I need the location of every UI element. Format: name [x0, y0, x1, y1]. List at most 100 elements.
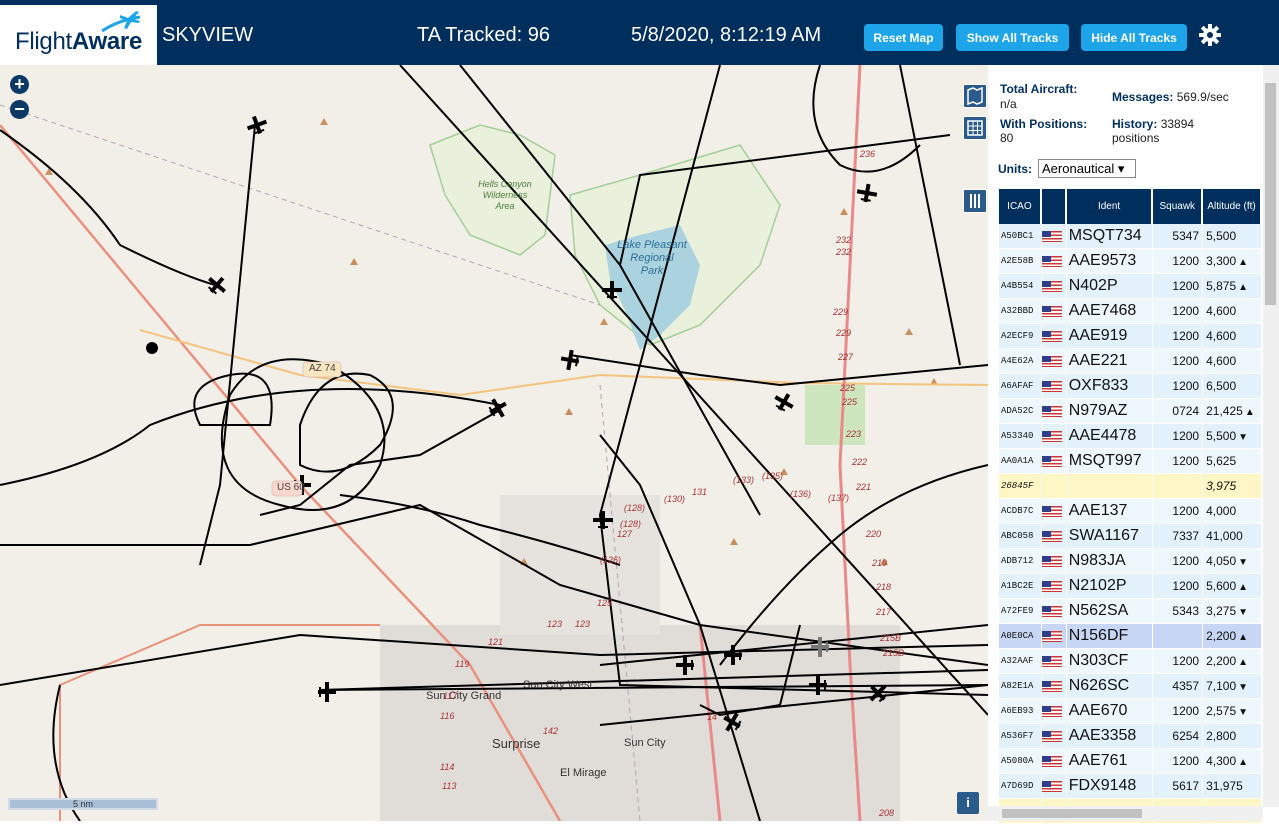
- us-flag-icon: [1041, 531, 1062, 543]
- col-ident[interactable]: Ident: [1066, 189, 1153, 224]
- table-row[interactable]: ACDB7C AAE137 1200 4,000: [999, 499, 1261, 524]
- col-flag[interactable]: [1041, 189, 1066, 224]
- table-row[interactable]: A32BBD AAE7468 1200 4,600: [999, 299, 1261, 324]
- icao-cell: A2ECF9: [999, 324, 1041, 349]
- col-squawk[interactable]: Squawk: [1153, 189, 1203, 224]
- flightaware-logo[interactable]: FlightAware: [0, 5, 157, 65]
- route-number: 221: [856, 482, 872, 492]
- table-row[interactable]: A2E58B AAE9573 1200 3,300 ▲: [999, 249, 1261, 274]
- table-row[interactable]: A1BC2E N2102P 1200 5,600 ▲: [999, 574, 1261, 599]
- reset-map-button[interactable]: Reset Map: [864, 24, 943, 51]
- altitude-value: 3,275: [1206, 604, 1237, 618]
- route-number: (130): [664, 494, 686, 504]
- route-number: (136): [790, 489, 812, 499]
- squawk-cell: 1200: [1153, 574, 1203, 599]
- route-number: 223: [846, 429, 862, 439]
- ident-cell: OXF833: [1066, 374, 1153, 399]
- us-flag-icon: [1041, 431, 1062, 443]
- ident-cell: N983JA: [1066, 549, 1153, 574]
- ident-cell: AAE670: [1066, 699, 1153, 724]
- map-view[interactable]: Hells Canyon Wilderness Area Lake Pleasant…: [0, 65, 988, 821]
- altitude-trend: ▼: [1238, 682, 1249, 693]
- table-row[interactable]: A536F7 AAE3358 6254 2,800: [999, 724, 1261, 749]
- units-select[interactable]: Aeronautical ▾: [1038, 159, 1136, 178]
- route-number: 232: [836, 247, 852, 257]
- hells-canyon-label: Hells Canyon Wilderness Area: [478, 179, 532, 211]
- squawk-cell: 5347: [1153, 224, 1203, 249]
- icao-cell: A53340: [999, 424, 1041, 449]
- route-number: 125: [597, 598, 613, 608]
- route-number: 142: [543, 726, 559, 736]
- vertical-scroll-thumb[interactable]: [1265, 83, 1276, 305]
- table-row[interactable]: 26845F 3,975: [999, 474, 1261, 499]
- table-row[interactable]: A7D69D FDX9148 5617 31,975: [999, 774, 1261, 799]
- altitude-cell: 2,575 ▼: [1203, 699, 1261, 724]
- us-flag-icon: [1041, 231, 1062, 243]
- table-row[interactable]: A4E62A AAE221 1200 4,600: [999, 349, 1261, 374]
- show-all-tracks-button[interactable]: Show All Tracks: [956, 24, 1069, 51]
- altitude-cell: 5,625: [1203, 449, 1261, 474]
- us-flag-icon: [1041, 281, 1062, 293]
- altitude-trend: ▼: [1238, 607, 1249, 618]
- flag-cell: [1041, 724, 1066, 749]
- hide-all-tracks-button[interactable]: Hide All Tracks: [1081, 24, 1187, 51]
- table-row[interactable]: A2ECF9 AAE919 1200 4,600: [999, 324, 1261, 349]
- col-altitude[interactable]: Altitude (ft): [1203, 189, 1261, 224]
- history-unit: positions: [1112, 131, 1160, 145]
- vertical-scrollbar[interactable]: [1263, 65, 1279, 807]
- squawk-cell: 1200: [1153, 299, 1203, 324]
- table-row[interactable]: ABC058 SWA1167 7337 41,000: [999, 524, 1261, 549]
- table-row[interactable]: A4B554 N402P 1200 5,875 ▲: [999, 274, 1261, 299]
- zoom-out-button[interactable]: −: [10, 100, 29, 119]
- icao-cell: A4E62A: [999, 349, 1041, 374]
- squawk-cell: 1200: [1153, 249, 1203, 274]
- flag-cell: [1041, 649, 1066, 674]
- table-row[interactable]: A6EB93 AAE670 1200 2,575 ▼: [999, 699, 1261, 724]
- with-positions-label: With Positions:: [1000, 117, 1088, 131]
- altitude-cell: 3,975: [1203, 474, 1261, 499]
- table-row[interactable]: A6AFAF OXF833 1200 6,500: [999, 374, 1261, 399]
- ident-cell: MSQT734: [1066, 224, 1153, 249]
- altitude-trend: ▼: [1238, 707, 1249, 718]
- total-aircraft-label: Total Aircraft:: [1000, 82, 1078, 96]
- gear-icon[interactable]: [1197, 22, 1223, 48]
- table-row[interactable]: A0E0CA N156DF 2,200 ▲: [999, 624, 1261, 649]
- table-row[interactable]: A53340 AAE4478 1200 5,500 ▼: [999, 424, 1261, 449]
- squawk-cell: [1153, 474, 1203, 499]
- map-layers-icon[interactable]: [963, 84, 987, 108]
- altitude-value: 5,600: [1206, 579, 1237, 593]
- zoom-in-button[interactable]: +: [10, 75, 29, 94]
- us-flag-icon: [1041, 306, 1062, 318]
- scale-bar: 5 nm: [8, 798, 158, 810]
- altitude-trend: ▲: [1238, 757, 1249, 768]
- table-row[interactable]: A82E1A N626SC 4357 7,100 ▼: [999, 674, 1261, 699]
- route-number: 127: [617, 529, 633, 539]
- squawk-cell: 1200: [1153, 649, 1203, 674]
- table-row[interactable]: A5080A AAE761 1200 4,300 ▲: [999, 749, 1261, 774]
- table-row[interactable]: ADA52C N979AZ 0724 21,425 ▲: [999, 399, 1261, 424]
- altitude-cell: 5,600 ▲: [1203, 574, 1261, 599]
- table-row[interactable]: A72FE9 N562SA 5343 3,275 ▼: [999, 599, 1261, 624]
- horizontal-scroll-thumb[interactable]: [1002, 809, 1142, 818]
- altitude-trend: ▲: [1244, 407, 1255, 418]
- col-icao[interactable]: ICAO: [999, 189, 1041, 224]
- columns-icon[interactable]: [963, 189, 987, 213]
- altitude-cell: 41,000: [1203, 524, 1261, 549]
- table-row[interactable]: ADB712 N983JA 1200 4,050 ▼: [999, 549, 1261, 574]
- grid-icon[interactable]: [963, 116, 987, 140]
- altitude-cell: 6,500: [1203, 374, 1261, 399]
- altitude-value: 4,300: [1206, 754, 1237, 768]
- ident-cell: N562SA: [1066, 599, 1153, 624]
- table-row[interactable]: A50BC1 MSQT734 5347 5,500: [999, 224, 1261, 249]
- ident-cell: AAE9573: [1066, 249, 1153, 274]
- table-row[interactable]: AA0A1A MSQT997 1200 5,625: [999, 449, 1261, 474]
- us-flag-icon: [1041, 631, 1062, 643]
- horizontal-scrollbar[interactable]: [988, 806, 1263, 821]
- us-flag-icon: [1041, 656, 1062, 668]
- with-positions-value: 80: [1000, 131, 1014, 145]
- info-button[interactable]: i: [957, 792, 979, 814]
- route-number: (126): [600, 555, 622, 565]
- altitude-cell: 2,200 ▲: [1203, 624, 1261, 649]
- table-row[interactable]: A32AAF N303CF 1200 2,200 ▲: [999, 649, 1261, 674]
- altitude-value: 4,600: [1206, 304, 1237, 318]
